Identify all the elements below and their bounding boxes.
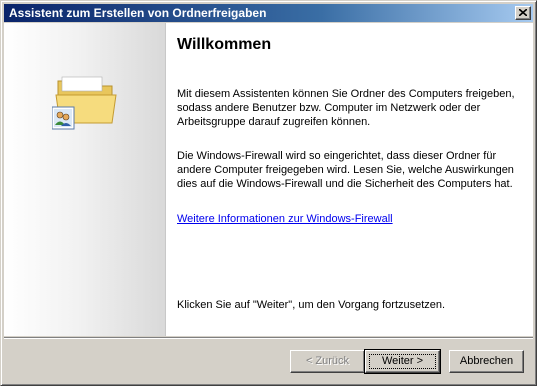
instruction-text: Klicken Sie auf "Weiter", um den Vorgang… bbox=[177, 299, 446, 311]
intro-text: Mit diesem Assistenten können Sie Ordner… bbox=[177, 88, 515, 128]
title-bar[interactable]: Assistent zum Erstellen von Ordnerfreiga… bbox=[4, 4, 533, 22]
firewall-info-link[interactable]: Weitere Informationen zur Windows-Firewa… bbox=[177, 213, 393, 225]
wizard-content: Willkommen Mit diesem Assistenten können… bbox=[4, 23, 533, 336]
panel-divider bbox=[165, 23, 166, 336]
wizard-window: Assistent zum Erstellen von Ordnerfreiga… bbox=[0, 0, 537, 386]
window-title: Assistent zum Erstellen von Ordnerfreiga… bbox=[9, 6, 267, 20]
close-icon bbox=[519, 9, 527, 16]
shared-folder-icon bbox=[52, 76, 117, 130]
back-button[interactable]: < Zurück bbox=[290, 350, 365, 373]
wizard-side-panel bbox=[4, 23, 165, 336]
firewall-text: Die Windows-Firewall wird so eingerichte… bbox=[177, 150, 514, 190]
button-separator bbox=[4, 337, 533, 339]
page-title: Willkommen bbox=[177, 36, 272, 53]
close-button[interactable] bbox=[515, 6, 531, 20]
cancel-button[interactable]: Abbrechen bbox=[449, 350, 524, 373]
next-button-label: Weiter > bbox=[381, 355, 424, 367]
next-button[interactable]: Weiter > bbox=[364, 349, 441, 374]
